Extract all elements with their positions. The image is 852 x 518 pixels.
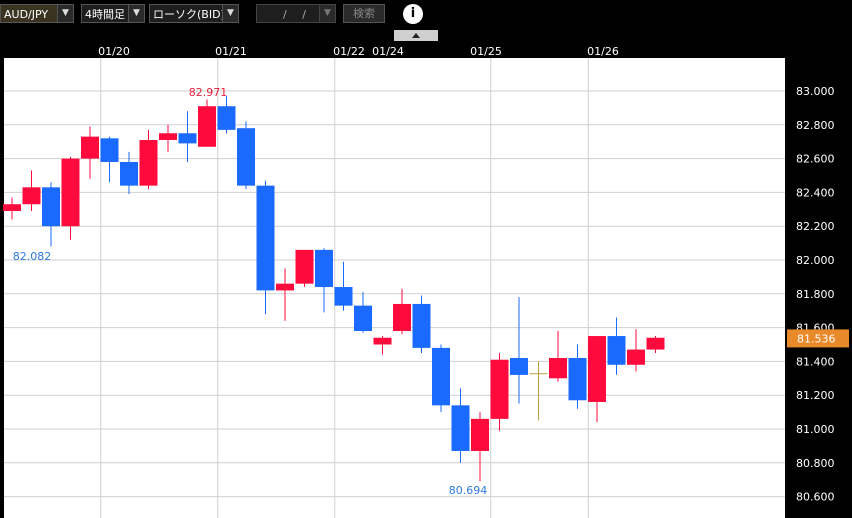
x-tick-label: 01/24 <box>372 45 404 58</box>
low-price-label: 80.694 <box>449 484 488 497</box>
x-axis-labels: 01/20 01/21 01/22 01/24 01/25 01/26 <box>98 45 619 58</box>
y-tick-label: 82.600 <box>796 153 835 166</box>
candle-body <box>490 359 509 419</box>
candle-body <box>3 204 21 211</box>
y-axis-labels: 83.000 82.800 82.600 82.400 82.200 82.000 81.8… <box>796 85 835 504</box>
y-tick-label: 81.800 <box>796 288 835 301</box>
candle-body <box>568 358 587 401</box>
x-tick-label: 01/22 <box>333 45 365 58</box>
y-tick-label: 81.000 <box>796 423 835 436</box>
candle-body <box>100 138 119 162</box>
current-price-marker: 81.536 <box>787 329 849 348</box>
candle-body <box>120 161 138 186</box>
candle-body <box>334 287 353 306</box>
y-tick-label: 81.400 <box>796 355 835 368</box>
candle-body <box>256 185 275 291</box>
candle <box>198 99 216 147</box>
candle-body <box>295 249 314 284</box>
current-price-label: 81.536 <box>797 332 836 345</box>
y-tick-label: 82.200 <box>796 220 835 233</box>
y-tick-label: 82.000 <box>796 254 835 267</box>
y-tick-label: 83.000 <box>796 85 835 98</box>
plot-area <box>4 58 785 518</box>
candle-body <box>217 106 236 130</box>
candle-body <box>588 336 606 402</box>
x-tick-label: 01/25 <box>470 45 502 58</box>
candle-body <box>627 349 645 365</box>
candle-body <box>61 158 80 227</box>
candle-body <box>139 140 158 186</box>
candle-body <box>198 106 216 147</box>
candle-body <box>607 336 626 365</box>
candle-body <box>432 347 450 406</box>
x-tick-label: 01/20 <box>98 45 130 58</box>
candle-body <box>81 136 99 159</box>
y-tick-label: 81.200 <box>796 389 835 402</box>
candle <box>295 249 314 288</box>
candle-body <box>549 358 567 379</box>
high-price-label: 82.971 <box>189 86 228 99</box>
y-tick-label: 80.800 <box>796 457 835 470</box>
candle-body <box>178 133 197 144</box>
candle-body <box>451 405 470 451</box>
candle <box>237 121 255 190</box>
candle-body <box>529 373 548 375</box>
candle-body <box>354 305 372 331</box>
candle-body <box>315 249 333 288</box>
candle-body <box>412 303 431 348</box>
candlestick-chart[interactable]: 01/20 01/21 01/22 01/24 01/25 01/26 83.000 82.… <box>0 0 852 518</box>
candle-body <box>393 303 411 331</box>
candle-body <box>510 358 528 375</box>
candle-body <box>42 187 60 227</box>
y-tick-label: 82.800 <box>796 119 835 132</box>
candle-body <box>237 128 255 186</box>
left-low-price-label: 82.082 <box>13 250 52 263</box>
candle <box>432 344 450 413</box>
candle-body <box>471 418 489 451</box>
y-tick-label: 82.400 <box>796 186 835 199</box>
candle-body <box>22 187 41 205</box>
candle-body <box>159 133 177 141</box>
candle-body <box>276 283 294 291</box>
candle-body <box>373 337 392 345</box>
candle <box>412 295 431 353</box>
y-tick-label: 80.600 <box>796 491 835 504</box>
x-tick-label: 01/21 <box>215 45 247 58</box>
candle-body <box>646 337 665 350</box>
x-tick-label: 01/26 <box>587 45 619 58</box>
